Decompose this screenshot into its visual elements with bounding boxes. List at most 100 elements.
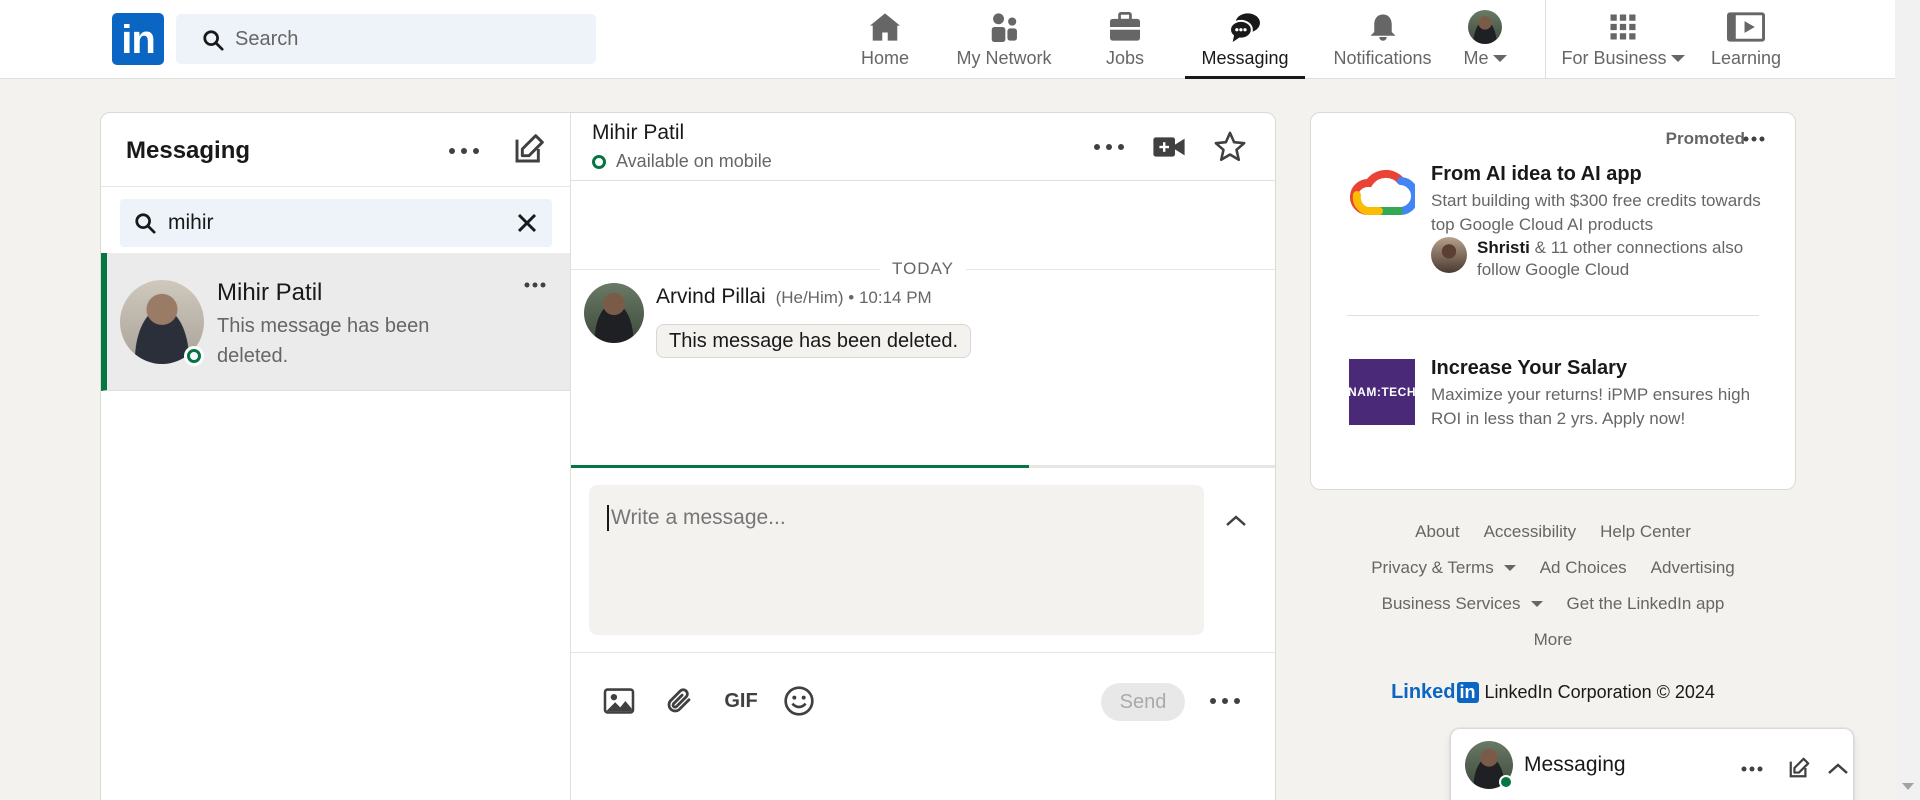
- privacy-terms-label: Privacy & Terms: [1371, 558, 1494, 577]
- nav-learning[interactable]: Learning: [1710, 0, 1782, 79]
- nav-for-business[interactable]: For Business: [1561, 0, 1685, 79]
- thread-options-button[interactable]: [1089, 135, 1129, 159]
- composer-toolbar: GIF Send: [571, 652, 1275, 752]
- caret-down-icon: [1492, 55, 1507, 62]
- ad-description: Maximize your returns! iPMP ensures high…: [1431, 385, 1751, 428]
- message-meta: (He/Him) • 10:14 PM: [775, 288, 932, 307]
- messaging-options-button[interactable]: [444, 131, 484, 171]
- nav-home-label: Home: [860, 48, 909, 68]
- conversation-search-input[interactable]: mihir: [120, 199, 552, 247]
- overlay-expand-button[interactable]: [1823, 755, 1853, 781]
- ad-card: Promoted From AI idea to AI app Start bu…: [1310, 112, 1796, 490]
- ellipsis-icon: [449, 148, 479, 154]
- ad-item-google-cloud[interactable]: From AI idea to AI app Start building wi…: [1349, 163, 1769, 293]
- star-conversation-button[interactable]: [1210, 127, 1250, 167]
- gif-label: GIF: [724, 689, 758, 712]
- messaging-overlay-label: Messaging: [1524, 753, 1626, 776]
- namtech-logo-icon: NAM:TECH: [1348, 359, 1416, 425]
- conversation-options-button[interactable]: [520, 275, 550, 295]
- copyright: Linked in LinkedIn Corporation © 2024: [1310, 681, 1796, 704]
- nav-notifications-label: Notifications: [1333, 48, 1432, 68]
- search-icon: [135, 213, 156, 234]
- nav-for-business-label: For Business: [1561, 48, 1667, 68]
- caret-down-icon: [1503, 565, 1516, 571]
- conversation-list-item[interactable]: Mihir Patil This message has been delete…: [101, 253, 570, 391]
- attach-file-button[interactable]: [661, 683, 697, 719]
- video-camera-icon: [1153, 137, 1185, 157]
- mobile-status-icon: [592, 154, 606, 169]
- connection-name: Shristi: [1477, 238, 1530, 257]
- status-text: Available on mobile: [616, 151, 772, 171]
- gif-button[interactable]: GIF: [719, 683, 763, 719]
- footer-link-accessibility[interactable]: Accessibility: [1484, 522, 1577, 542]
- caret-down-icon: [1670, 55, 1685, 62]
- expand-composer-button[interactable]: [1221, 505, 1251, 535]
- ellipsis-icon: [1210, 698, 1240, 704]
- compose-message-button[interactable]: [509, 129, 549, 169]
- messaging-header: Messaging: [101, 113, 570, 187]
- footer-link-business-services[interactable]: Business Services: [1382, 594, 1543, 614]
- messaging-overlay-bar[interactable]: Messaging: [1450, 728, 1854, 800]
- nav-home[interactable]: Home: [855, 0, 915, 79]
- image-icon: [603, 688, 635, 714]
- sender-name[interactable]: Arvind Pillai: [656, 285, 766, 308]
- nav-my-network[interactable]: My Network: [952, 0, 1056, 79]
- footer-link-ad-choices[interactable]: Ad Choices: [1540, 558, 1627, 578]
- footer-link-advertising[interactable]: Advertising: [1651, 558, 1735, 578]
- message-composer[interactable]: Write a message...: [589, 485, 1204, 635]
- nav-messaging[interactable]: Messaging: [1185, 0, 1305, 79]
- top-nav: in Search Home My Network Jobs Messaging…: [0, 0, 1895, 79]
- ellipsis-icon: [524, 282, 546, 288]
- footer-link-privacy-terms[interactable]: Privacy & Terms: [1371, 558, 1516, 578]
- ad-item-namtech[interactable]: NAM:TECH Increase Your Salary Maximize y…: [1348, 357, 1769, 439]
- ellipsis-icon: [1743, 136, 1765, 142]
- scroll-down-arrow-icon[interactable]: [1902, 783, 1914, 790]
- footer-link-about[interactable]: About: [1415, 522, 1459, 542]
- messaging-title: Messaging: [126, 137, 251, 164]
- emoji-button[interactable]: [781, 683, 817, 719]
- copyright-text: LinkedIn Corporation © 2024: [1484, 682, 1715, 702]
- upload-progress-bar: [571, 465, 1275, 468]
- conversation-name: Mihir Patil: [217, 279, 323, 306]
- conversation-list-pane: Messaging mihir Mihir Patil This message…: [101, 113, 571, 800]
- nav-notifications[interactable]: Notifications: [1315, 0, 1450, 79]
- clear-search-button[interactable]: [514, 210, 540, 236]
- briefcase-icon: [1110, 12, 1140, 41]
- video-call-button[interactable]: [1149, 129, 1189, 165]
- emoji-icon: [784, 686, 814, 716]
- ad-options-button[interactable]: [1741, 133, 1767, 145]
- divider: [1347, 315, 1759, 316]
- compose-icon: [515, 134, 544, 163]
- footer-link-get-app[interactable]: Get the LinkedIn app: [1567, 594, 1725, 614]
- people-icon: [991, 13, 1017, 42]
- avatar[interactable]: [584, 283, 644, 343]
- thread-contact-status: Available on mobile: [592, 151, 772, 172]
- nav-divider: [1545, 0, 1546, 79]
- grid-icon: [1610, 14, 1636, 40]
- caret-down-icon: [1530, 601, 1543, 607]
- nav-jobs[interactable]: Jobs: [1100, 0, 1150, 79]
- ad-description: Start building with $300 free credits to…: [1431, 191, 1761, 234]
- ad-title: From AI idea to AI app: [1431, 163, 1642, 185]
- composer-placeholder: Write a message...: [607, 505, 786, 531]
- nav-me[interactable]: Me: [1460, 0, 1510, 79]
- send-button[interactable]: Send: [1101, 683, 1185, 721]
- composer-options-button[interactable]: [1207, 691, 1243, 711]
- global-search-input[interactable]: Search: [176, 14, 596, 64]
- footer-link-more[interactable]: More: [1534, 630, 1573, 650]
- page-scrollbar[interactable]: [1895, 0, 1920, 800]
- brand-word: Linked: [1391, 681, 1456, 703]
- footer-link-help-center[interactable]: Help Center: [1600, 522, 1691, 542]
- overlay-compose-button[interactable]: [1784, 753, 1814, 783]
- video-icon: [1727, 12, 1765, 42]
- chevron-up-icon: [1226, 515, 1246, 526]
- overlay-options-button[interactable]: [1737, 759, 1767, 779]
- thread-contact-name[interactable]: Mihir Patil: [592, 121, 684, 145]
- search-placeholder: Search: [235, 28, 299, 50]
- linkedin-wordmark-icon: Linked in: [1391, 681, 1479, 704]
- attach-image-button[interactable]: [601, 683, 637, 719]
- linkedin-logo-icon[interactable]: in: [112, 13, 164, 65]
- thread-header: Mihir Patil Available on mobile: [571, 113, 1275, 181]
- chevron-up-icon: [1828, 763, 1848, 774]
- upload-progress-fill: [571, 465, 1029, 468]
